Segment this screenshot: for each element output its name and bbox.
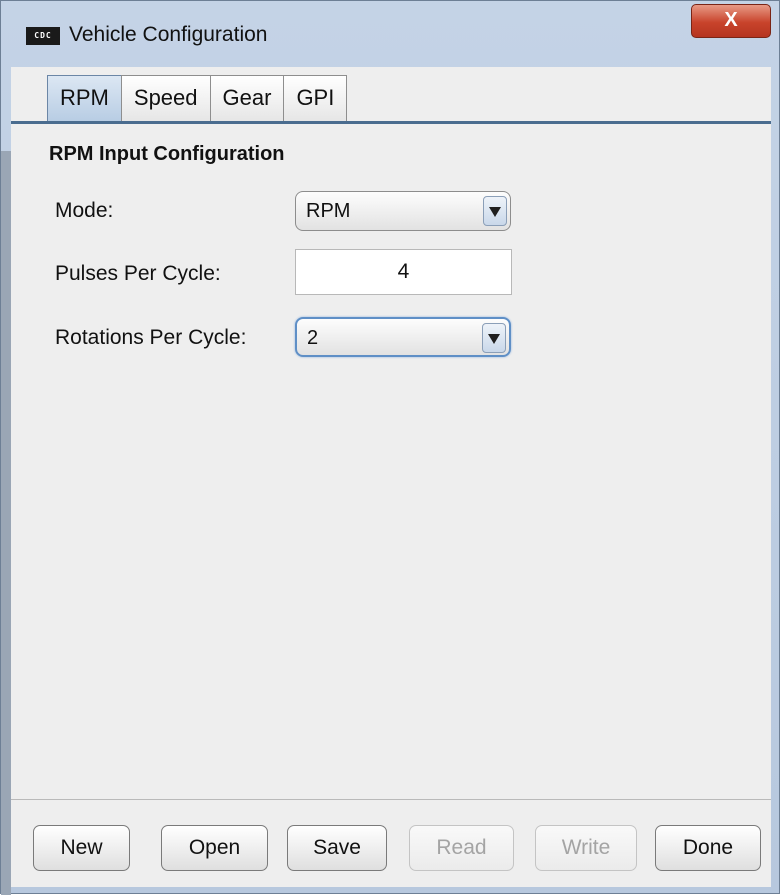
done-button[interactable]: Done: [655, 825, 761, 871]
window-title: Vehicle Configuration: [69, 23, 268, 46]
tab-bar: RPM Speed Gear GPI: [47, 75, 348, 121]
rotations-select-value: 2: [307, 327, 319, 349]
tab-content-border: [11, 121, 771, 124]
mode-label: Mode:: [55, 199, 114, 222]
save-button[interactable]: Save: [287, 825, 387, 871]
chevron-down-icon: [489, 207, 501, 217]
tab-gpi[interactable]: GPI: [283, 75, 348, 121]
open-button[interactable]: Open: [161, 825, 268, 871]
pulses-per-cycle-field[interactable]: 4: [295, 249, 512, 295]
tab-rpm[interactable]: RPM: [47, 75, 122, 121]
mode-select[interactable]: RPM: [295, 191, 511, 231]
app-logo-icon: CDC: [26, 27, 60, 45]
dialog-content: RPM Speed Gear GPI RPM Input Configurati…: [11, 67, 771, 887]
close-button[interactable]: X: [691, 4, 771, 38]
read-button[interactable]: Read: [409, 825, 514, 871]
chevron-down-icon: [488, 334, 500, 344]
tab-gear[interactable]: Gear: [209, 75, 285, 121]
new-button[interactable]: New: [33, 825, 130, 871]
rotations-per-cycle-select[interactable]: 2: [295, 317, 511, 357]
window-shadow: [1, 151, 11, 895]
rotations-dropdown-button[interactable]: [482, 323, 506, 353]
mode-select-value: RPM: [306, 200, 351, 222]
rotations-per-cycle-label: Rotations Per Cycle:: [55, 326, 247, 349]
button-bar-divider: [11, 799, 771, 800]
write-button[interactable]: Write: [535, 825, 637, 871]
pulses-per-cycle-label: Pulses Per Cycle:: [55, 262, 221, 285]
section-title: RPM Input Configuration: [49, 143, 285, 165]
title-bar[interactable]: CDC Vehicle Configuration X: [1, 1, 780, 67]
vehicle-configuration-window: CDC Vehicle Configuration X RPM Speed Ge…: [0, 0, 780, 895]
mode-dropdown-button[interactable]: [483, 196, 507, 226]
tab-speed[interactable]: Speed: [120, 75, 211, 121]
